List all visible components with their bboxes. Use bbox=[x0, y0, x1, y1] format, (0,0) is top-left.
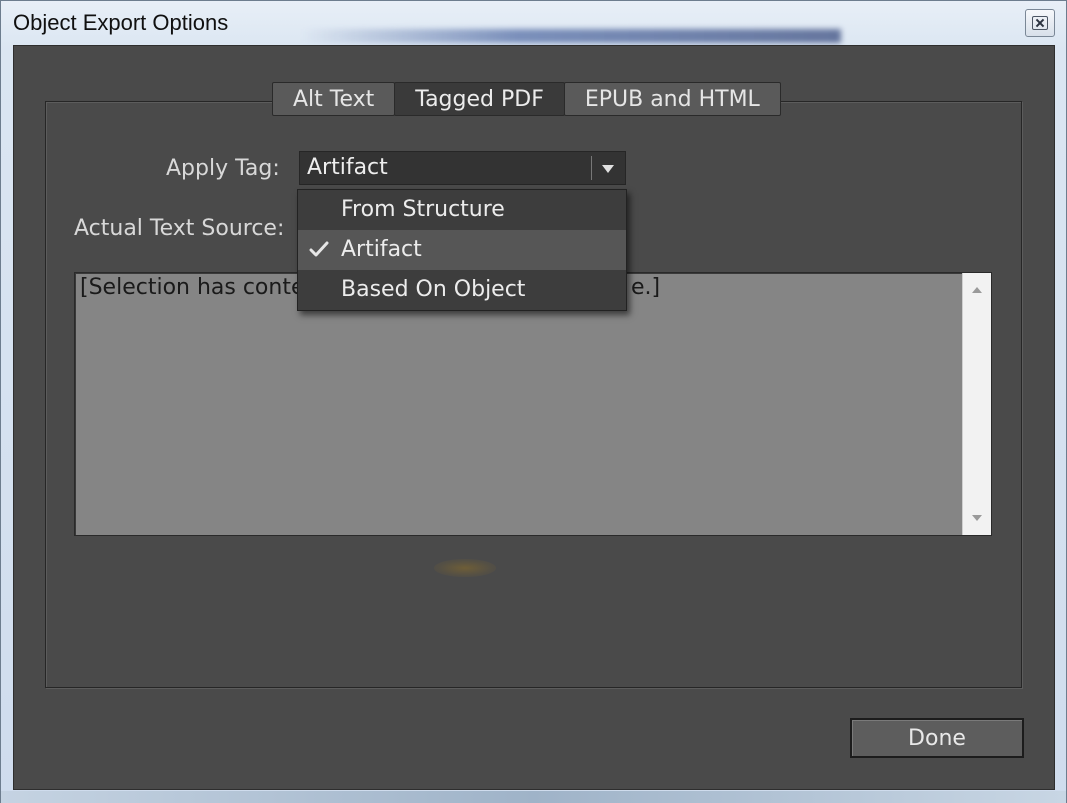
scroll-up-arrow-icon[interactable] bbox=[972, 287, 982, 293]
actual-text-content-end: e.] bbox=[631, 275, 661, 300]
apply-tag-selected-value: Artifact bbox=[307, 155, 388, 180]
dialog-body: Alt Text Tagged PDF EPUB and HTML Apply … bbox=[13, 45, 1055, 790]
menu-item-based-on-object[interactable]: Based On Object bbox=[298, 270, 626, 310]
actual-text-source-label: Actual Text Source: bbox=[74, 216, 285, 241]
tab-alt-text[interactable]: Alt Text bbox=[272, 82, 396, 116]
dialog-window: Object Export Options Alt Text Tagged PD… bbox=[0, 0, 1067, 803]
apply-tag-select[interactable]: Artifact bbox=[299, 151, 626, 185]
tab-epub-and-html[interactable]: EPUB and HTML bbox=[563, 82, 781, 116]
close-icon bbox=[1032, 16, 1048, 30]
tab-tagged-pdf[interactable]: Tagged PDF bbox=[394, 82, 565, 116]
menu-item-label: Based On Object bbox=[341, 277, 526, 302]
screen-smudge bbox=[434, 559, 496, 577]
scroll-down-arrow-icon[interactable] bbox=[972, 515, 982, 521]
actual-text-content-start: [Selection has conte bbox=[80, 275, 305, 300]
title-bar[interactable]: Object Export Options bbox=[1, 1, 1066, 45]
close-button[interactable] bbox=[1025, 9, 1055, 37]
apply-tag-label: Apply Tag: bbox=[166, 156, 280, 181]
window-title: Object Export Options bbox=[13, 10, 229, 35]
menu-item-label: From Structure bbox=[341, 197, 505, 222]
menu-item-label: Artifact bbox=[341, 237, 422, 262]
menu-item-from-structure[interactable]: From Structure bbox=[298, 190, 626, 230]
chevron-down-icon bbox=[602, 165, 614, 173]
select-separator bbox=[591, 156, 592, 180]
checkmark-icon bbox=[309, 241, 329, 257]
actual-text-area[interactable]: [Selection has conte e.] bbox=[74, 272, 992, 536]
textarea-scrollbar[interactable] bbox=[962, 273, 991, 535]
title-bar-glass-reflection bbox=[301, 29, 841, 43]
done-button[interactable]: Done bbox=[850, 718, 1024, 758]
apply-tag-dropdown-menu: From Structure Artifact Based On Object bbox=[297, 189, 627, 311]
window-bottom-border bbox=[1, 791, 1066, 803]
menu-item-artifact[interactable]: Artifact bbox=[298, 230, 626, 270]
tab-bar: Alt Text Tagged PDF EPUB and HTML bbox=[272, 82, 781, 118]
